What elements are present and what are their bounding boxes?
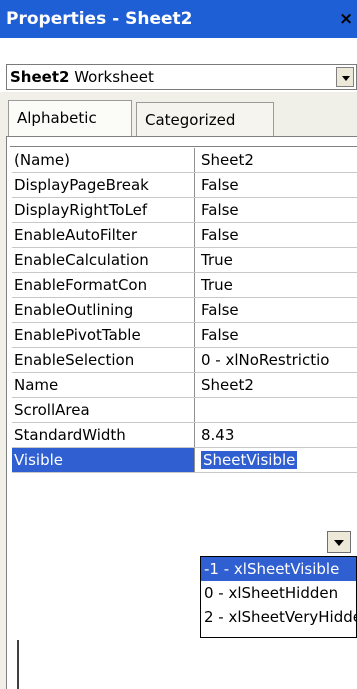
grid-divider [17, 640, 19, 689]
property-value[interactable]: False [194, 222, 357, 248]
property-name[interactable]: ScrollArea [12, 397, 195, 423]
property-name[interactable]: EnableSelection [12, 347, 195, 373]
object-selector-text: Sheet2 Worksheet [10, 68, 154, 86]
property-value[interactable]: 8.43 [194, 422, 357, 448]
dropdown-option[interactable]: -1 - xlSheetVisible [201, 557, 356, 581]
property-name[interactable]: EnableFormatCon [12, 272, 195, 298]
close-icon[interactable]: × [339, 10, 357, 28]
object-selector[interactable]: Sheet2 Worksheet [6, 64, 357, 90]
property-value[interactable]: Sheet2 [194, 372, 357, 398]
property-name[interactable]: DisplayPageBreak [12, 172, 195, 198]
property-value-editor[interactable]: SheetVisible [194, 447, 357, 473]
property-row[interactable]: DisplayPageBreak False [12, 172, 357, 198]
property-value[interactable]: False [194, 297, 357, 323]
property-row[interactable]: EnablePivotTable False [12, 322, 357, 348]
object-name: Sheet2 [10, 68, 70, 86]
property-value[interactable]: True [194, 272, 357, 298]
title-bar: Properties - Sheet2 × [0, 0, 357, 38]
property-row[interactable]: EnableFormatCon True [12, 272, 357, 298]
property-value[interactable]: False [194, 322, 357, 348]
object-type: Worksheet [74, 68, 154, 86]
value-dropdown-button[interactable] [327, 531, 351, 553]
property-row[interactable]: (Name) Sheet2 [12, 148, 357, 173]
property-value[interactable] [194, 397, 357, 423]
property-name[interactable]: EnableCalculation [12, 247, 195, 273]
property-name[interactable]: Name [12, 372, 195, 398]
property-table: (Name) Sheet2 DisplayPageBreak False Display… [12, 148, 357, 473]
tab-label: Categorized [145, 111, 236, 129]
property-name[interactable]: StandardWidth [12, 422, 195, 448]
property-value[interactable]: False [194, 197, 357, 223]
value-editor-text[interactable]: SheetVisible [201, 451, 298, 469]
property-name[interactable]: Visible [12, 447, 195, 473]
property-row[interactable]: EnableOutlining False [12, 297, 357, 323]
property-row[interactable]: EnableCalculation True [12, 247, 357, 273]
property-value[interactable]: False [194, 172, 357, 198]
dropdown-option[interactable]: 0 - xlSheetHidden [201, 581, 356, 605]
grid-top-border [10, 146, 357, 147]
tab-alphabetic[interactable]: Alphabetic [8, 100, 132, 136]
property-row[interactable]: ScrollArea [12, 397, 357, 423]
window-title: Properties - Sheet2 [6, 9, 193, 29]
property-name[interactable]: (Name) [12, 148, 195, 173]
property-row[interactable]: StandardWidth 8.43 [12, 422, 357, 448]
property-row[interactable]: EnableAutoFilter False [12, 222, 357, 248]
property-value[interactable]: True [194, 247, 357, 273]
dropdown-option[interactable]: 2 - xlSheetVeryHidden [201, 605, 356, 629]
tab-label: Alphabetic [17, 109, 97, 127]
chevron-down-icon[interactable] [336, 67, 354, 87]
property-name[interactable]: EnableAutoFilter [12, 222, 195, 248]
property-value[interactable]: Sheet2 [194, 148, 357, 173]
property-row[interactable]: EnableSelection 0 - xlNoRestrictio [12, 347, 357, 373]
property-name[interactable]: DisplayRightToLef [12, 197, 195, 223]
property-name[interactable]: EnableOutlining [12, 297, 195, 323]
property-value[interactable]: 0 - xlNoRestrictio [194, 347, 357, 373]
tab-categorized[interactable]: Categorized [136, 102, 274, 136]
value-dropdown-list: -1 - xlSheetVisible 0 - xlSheetHidden 2 … [200, 556, 357, 638]
property-row-selected[interactable]: Visible SheetVisible [12, 447, 357, 473]
property-row[interactable]: Name Sheet2 [12, 372, 357, 398]
property-name[interactable]: EnablePivotTable [12, 322, 195, 348]
property-row[interactable]: DisplayRightToLef False [12, 197, 357, 223]
